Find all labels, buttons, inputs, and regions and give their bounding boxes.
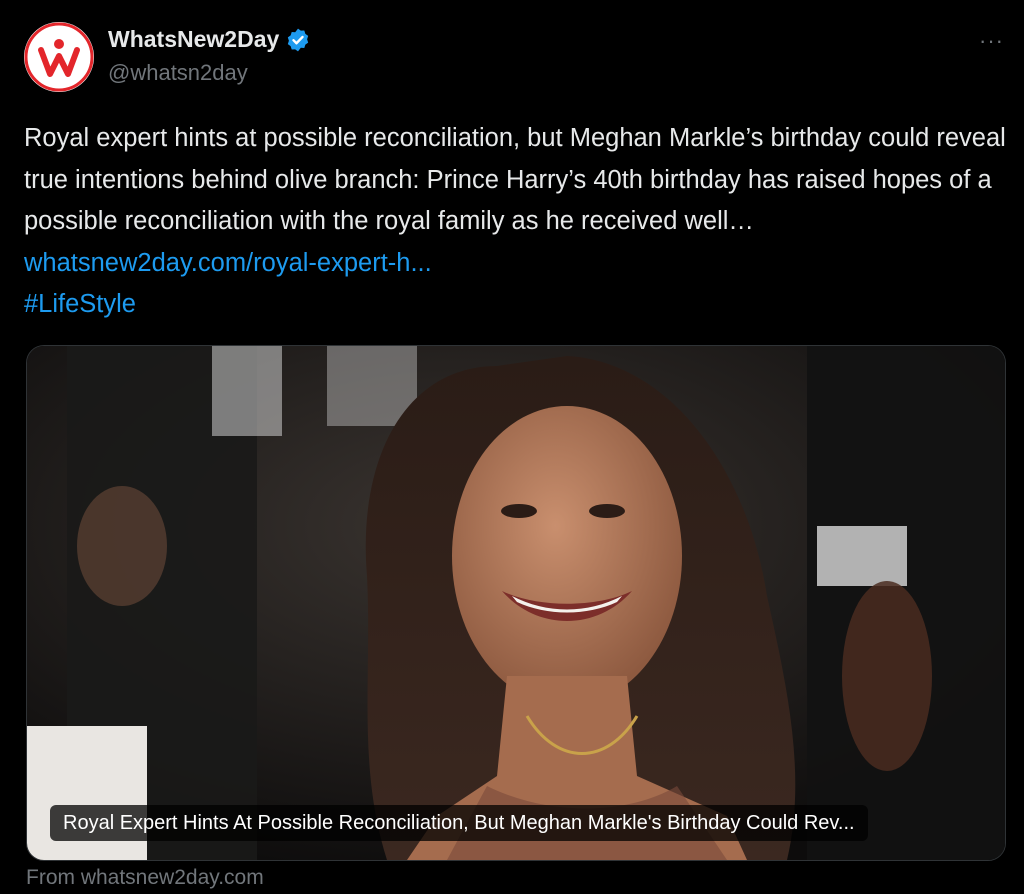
card-caption: Royal Expert Hints At Possible Reconcili… [50, 805, 868, 841]
hashtag-link[interactable]: #LifeStyle [24, 290, 136, 318]
link-card[interactable]: Royal Expert Hints At Possible Reconcili… [26, 345, 1006, 861]
whatsnew2day-logo-icon [24, 22, 94, 92]
tweet-text: Royal expert hints at possible reconcili… [24, 118, 1009, 326]
tweet-body: Royal expert hints at possible reconcili… [24, 124, 1006, 235]
tweet-header: WhatsNew2Day @whatsn2day ··· [24, 22, 1004, 92]
avatar[interactable] [24, 22, 94, 92]
verified-badge-icon[interactable] [285, 27, 311, 53]
handle[interactable]: @whatsn2day [108, 60, 248, 86]
tweet-link[interactable]: whatsnew2day.com/royal-expert-h... [24, 249, 432, 277]
more-options-icon[interactable]: ··· [979, 28, 1004, 54]
link-source[interactable]: From whatsnew2day.com [26, 866, 264, 890]
display-name[interactable]: WhatsNew2Day [108, 26, 279, 53]
article-photo [27, 346, 1005, 860]
